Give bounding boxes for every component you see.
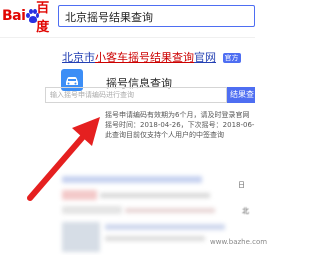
logo-text-left: Bai — [2, 8, 26, 24]
application-code-input[interactable]: 输入摇号申请编码进行查询 — [45, 87, 227, 103]
header: Bai 百度 北京摇号结果查询 — [0, 0, 255, 37]
side-text: 北 — [242, 207, 249, 215]
watermark: www.bazhe.com — [210, 238, 268, 246]
official-badge: 官方 — [222, 53, 241, 63]
header-divider — [0, 37, 255, 38]
blurred-result-line — [105, 236, 205, 241]
notice-line-1: 摇号申请编码有效期为6个月，请及时登录官网 — [105, 111, 250, 119]
blurred-result-line — [100, 193, 210, 198]
baidu-logo[interactable]: Bai 百度 — [2, 1, 54, 35]
blurred-thumbnail — [62, 222, 100, 252]
blurred-result-line — [62, 206, 122, 214]
notice-line-2: 摇号时间：2018-04-26，下次摇号：2018-06- — [105, 121, 255, 129]
result-title-highlight: 小客车摇号结果查询 — [95, 51, 194, 64]
search-input[interactable]: 北京摇号结果查询 — [58, 5, 255, 27]
blurred-result-line — [62, 190, 97, 200]
side-badge: 日 — [238, 181, 245, 189]
result-title-part-2: 官网 — [194, 51, 216, 64]
result-title-part-1: 北京市 — [62, 51, 95, 64]
query-button[interactable]: 结果查 — [227, 87, 255, 103]
notice-line-3: 此查询目前仅支持个人用户的中签查询 — [105, 131, 224, 139]
blurred-result-line — [125, 208, 215, 213]
blurred-result-line — [105, 224, 225, 230]
blurred-result-title — [62, 176, 202, 183]
result-title-link[interactable]: 北京市小客车摇号结果查询官网 官方 — [62, 49, 255, 65]
paw-icon — [26, 9, 40, 23]
logo-text-right: 百度 — [36, 1, 50, 35]
